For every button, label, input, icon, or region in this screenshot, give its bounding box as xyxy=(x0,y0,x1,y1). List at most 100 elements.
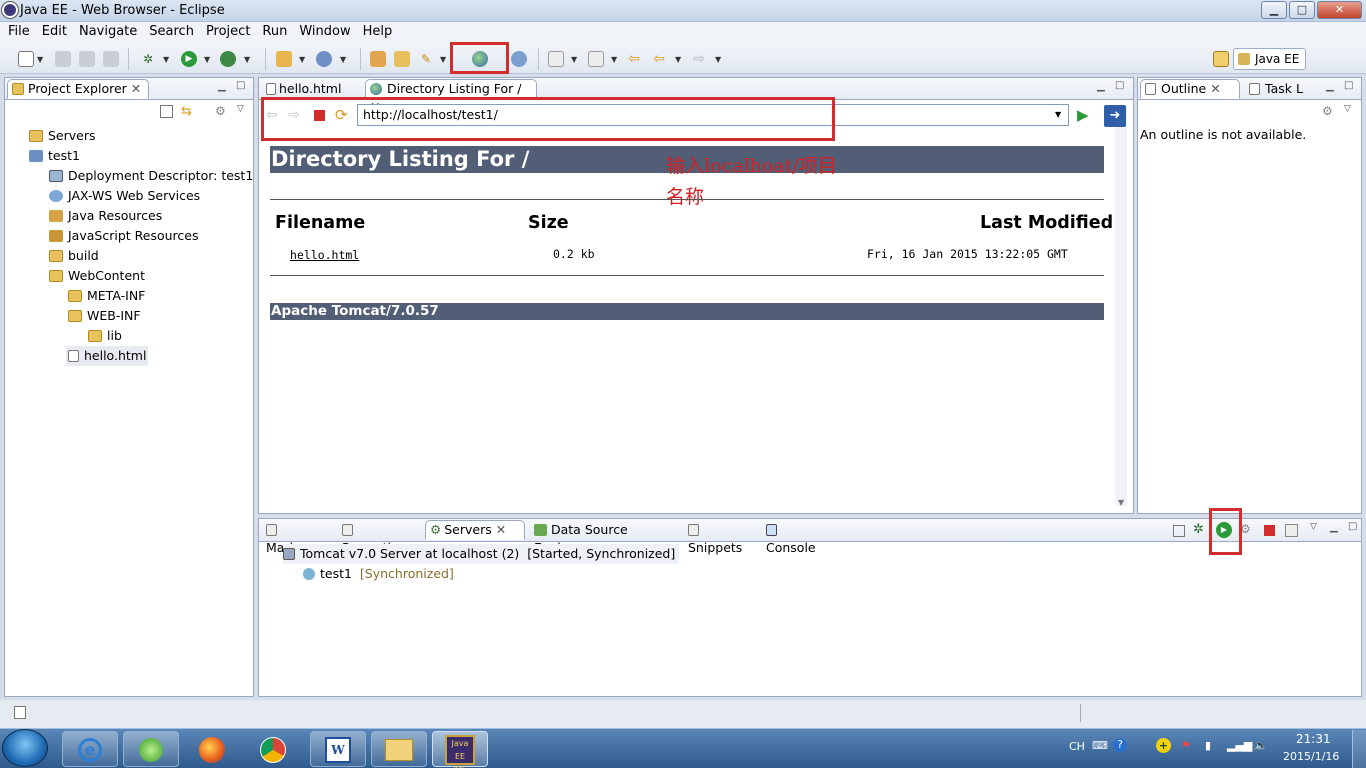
menu-window[interactable]: Window xyxy=(295,22,354,39)
next-annotation-icon[interactable] xyxy=(548,51,564,67)
start-button[interactable] xyxy=(2,729,48,767)
help-icon[interactable]: ? xyxy=(1113,738,1127,752)
menu-edit[interactable]: Edit xyxy=(38,22,71,39)
minimize-view-icon[interactable]: ▁ xyxy=(1097,81,1105,92)
tree-item-meta-inf[interactable]: META-INF xyxy=(68,286,145,306)
tab-snippets[interactable]: Snippets xyxy=(683,520,759,555)
tree-item-jaxws[interactable]: JAX-WS Web Services xyxy=(49,186,200,206)
clock-time[interactable]: 21:31 xyxy=(1296,732,1331,746)
keyboard-icon[interactable]: ⌨ xyxy=(1092,739,1108,752)
open-type-icon[interactable] xyxy=(370,51,386,67)
close-icon[interactable]: ✕ xyxy=(1210,81,1220,96)
external-tools-icon[interactable] xyxy=(220,51,236,67)
tab-task-list[interactable]: Task L xyxy=(1244,79,1320,99)
tree-item-javascript-resources[interactable]: JavaScript Resources xyxy=(49,226,198,246)
open-folder-icon[interactable] xyxy=(394,51,410,67)
close-button[interactable]: ✕ xyxy=(1317,1,1362,19)
debug-server-icon[interactable]: ✲ xyxy=(1193,522,1204,537)
open-perspective-icon[interactable] xyxy=(1213,51,1229,67)
next-annotation-dropdown-icon[interactable]: ▼ xyxy=(571,55,577,64)
add-icon[interactable]: + xyxy=(1156,738,1171,753)
minimize-button[interactable]: ▁ xyxy=(1261,1,1287,19)
stop-server-icon[interactable] xyxy=(1264,525,1275,536)
tab-hello-html[interactable]: hello.html xyxy=(261,79,363,99)
back-dropdown-icon[interactable]: ▼ xyxy=(675,55,681,64)
pen-icon[interactable]: ✎ xyxy=(418,51,434,67)
taskbar-word[interactable]: W xyxy=(310,731,366,767)
search-web-icon[interactable] xyxy=(511,51,527,67)
view-menu-icon[interactable]: ⚙ xyxy=(215,104,226,118)
go-icon[interactable]: ▶ xyxy=(1077,106,1089,124)
tab-console[interactable]: Console xyxy=(761,520,835,555)
tab-project-explorer[interactable]: Project Explorer ✕ xyxy=(7,79,149,99)
view-menu-dropdown-icon[interactable]: ▽ xyxy=(1310,522,1317,532)
java-ee-perspective-button[interactable]: Java EE xyxy=(1233,48,1306,70)
minimize-view-icon[interactable]: ▁ xyxy=(1326,81,1334,92)
server-row-tomcat[interactable]: Tomcat v7.0 Server at localhost (2) [Sta… xyxy=(283,544,680,564)
vertical-scrollbar[interactable] xyxy=(1115,106,1127,506)
view-menu-dropdown-icon[interactable]: ▽ xyxy=(1344,104,1351,114)
save-all-icon[interactable] xyxy=(79,51,95,67)
close-icon[interactable]: ✕ xyxy=(496,522,506,537)
taskbar-firefox[interactable] xyxy=(184,733,240,767)
previous-annotation-icon[interactable] xyxy=(588,51,604,67)
view-menu-dropdown-icon[interactable]: ▽ xyxy=(237,104,244,114)
menu-help[interactable]: Help xyxy=(359,22,397,39)
forward-dropdown-icon[interactable]: ▼ xyxy=(715,55,721,64)
show-desktop-button[interactable] xyxy=(1352,730,1366,768)
publish-icon[interactable] xyxy=(1285,524,1298,537)
clock-date[interactable]: 2015/1/16 xyxy=(1283,750,1339,763)
battery-icon[interactable]: ▮ xyxy=(1205,739,1211,752)
server-dropdown-icon[interactable]: ▼ xyxy=(299,55,305,64)
flag-icon[interactable]: ⚑ xyxy=(1181,739,1191,752)
new-dropdown-icon[interactable]: ▼ xyxy=(37,55,43,64)
tree-item-web-inf[interactable]: WEB-INF xyxy=(68,306,141,326)
print-icon[interactable] xyxy=(103,51,119,67)
tree-item-build[interactable]: build xyxy=(49,246,99,266)
new-web-project-icon[interactable] xyxy=(316,51,332,67)
maximize-view-icon[interactable]: □ xyxy=(1348,521,1357,532)
web-dropdown-icon[interactable]: ▼ xyxy=(340,55,346,64)
taskbar-explorer[interactable] xyxy=(371,731,427,767)
url-dropdown-icon[interactable]: ▼ xyxy=(1055,110,1061,119)
tab-directory-listing[interactable]: Directory Listing For / ✕ xyxy=(365,79,537,114)
taskbar-eclipse[interactable]: Java EE IDE xyxy=(432,731,488,768)
debug-icon[interactable]: ✲ xyxy=(140,51,156,67)
tab-data-source-explorer[interactable]: Data Source Explorer xyxy=(529,520,681,555)
pen-dropdown-icon[interactable]: ▼ xyxy=(440,55,446,64)
tree-item-java-resources[interactable]: Java Resources xyxy=(49,206,162,226)
collapse-all-icon[interactable] xyxy=(1173,525,1185,537)
server-module-test1[interactable]: test1 [Synchronized] xyxy=(303,564,454,584)
tab-outline[interactable]: Outline ✕ xyxy=(1140,79,1240,99)
tab-servers[interactable]: ⚙ Servers ✕ xyxy=(425,520,525,540)
save-icon[interactable] xyxy=(55,51,71,67)
link-editor-icon[interactable]: ⇆ xyxy=(181,104,192,119)
tab-markers[interactable]: Markers xyxy=(261,520,335,555)
close-icon[interactable]: ✕ xyxy=(131,81,141,96)
tree-item-servers[interactable]: Servers xyxy=(29,126,96,146)
tree-item-test1[interactable]: test1 xyxy=(29,146,80,166)
maximize-view-icon[interactable]: □ xyxy=(236,80,245,91)
menu-navigate[interactable]: Navigate xyxy=(75,22,141,39)
view-menu-icon[interactable]: ⚙ xyxy=(1322,104,1333,118)
tree-item-hello-html[interactable]: hello.html xyxy=(66,346,149,366)
fast-view-icon[interactable] xyxy=(14,706,26,719)
scroll-down-icon[interactable]: ▼ xyxy=(1118,498,1124,507)
maximize-view-icon[interactable]: □ xyxy=(1115,80,1124,91)
tree-item-deployment-descriptor[interactable]: Deployment Descriptor: test1 xyxy=(49,166,253,186)
minimize-view-icon[interactable]: ▁ xyxy=(1330,522,1338,533)
maximize-view-icon[interactable]: □ xyxy=(1344,80,1353,91)
tools-dropdown-icon[interactable]: ▼ xyxy=(244,55,250,64)
open-web-browser-icon[interactable] xyxy=(472,51,488,67)
language-indicator[interactable]: CH xyxy=(1069,740,1085,753)
tree-item-lib[interactable]: lib xyxy=(88,326,122,346)
new-server-icon[interactable] xyxy=(276,51,292,67)
prev-annotation-dropdown-icon[interactable]: ▼ xyxy=(611,55,617,64)
forward-icon[interactable]: ⇨ xyxy=(691,51,707,67)
debug-dropdown-icon[interactable]: ▼ xyxy=(163,55,169,64)
menu-search[interactable]: Search xyxy=(145,22,198,39)
maximize-button[interactable]: □ xyxy=(1289,1,1315,19)
taskbar-browser[interactable] xyxy=(123,731,179,767)
taskbar-chrome[interactable] xyxy=(245,733,301,767)
network-icon[interactable]: ▂▄▆ xyxy=(1227,739,1252,752)
